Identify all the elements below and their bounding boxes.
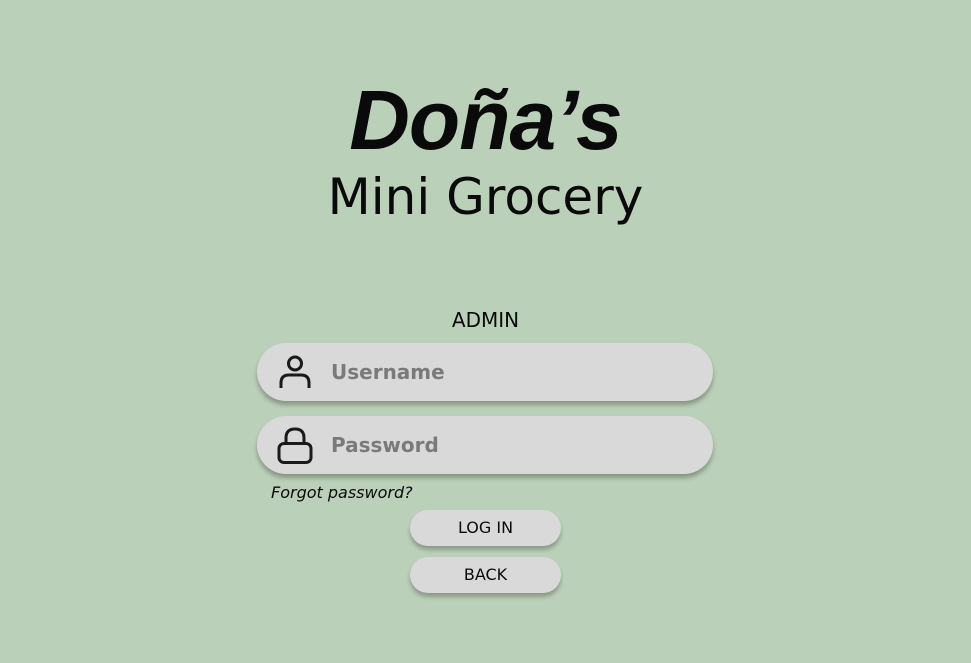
- password-field[interactable]: [257, 416, 713, 474]
- password-input[interactable]: [331, 416, 691, 474]
- brand-title: Doña’s: [349, 73, 623, 167]
- user-icon: [279, 355, 311, 388]
- role-label: ADMIN: [451, 308, 520, 332]
- username-field[interactable]: [257, 343, 713, 401]
- username-input[interactable]: [331, 343, 691, 401]
- login-button[interactable]: LOG IN: [410, 510, 561, 546]
- brand-subtitle: Mini Grocery: [327, 168, 644, 226]
- forgot-password-link[interactable]: Forgot password?: [271, 482, 413, 504]
- login-page: Doña’s Mini Grocery ADMIN Forgot passwor…: [0, 0, 971, 663]
- lock-icon: [277, 427, 313, 464]
- back-button[interactable]: BACK: [410, 557, 561, 593]
